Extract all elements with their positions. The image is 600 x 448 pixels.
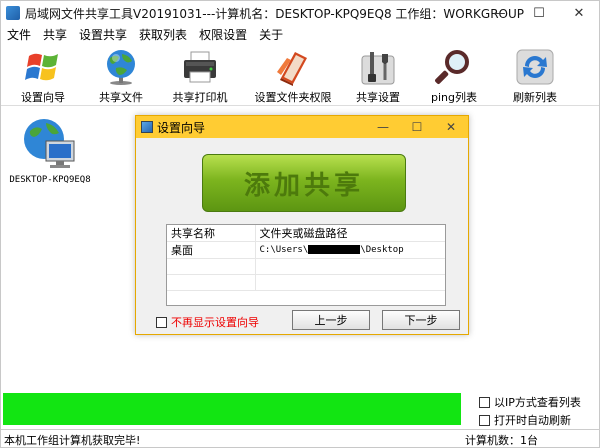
toolbar-share-settings-button[interactable]: 共享设置 <box>343 44 413 106</box>
second-option-checkbox[interactable] <box>479 414 490 426</box>
dialog-maximize-button[interactable]: ☐ <box>400 116 434 138</box>
computer-name: DESKTOP-KPQ9EQ8 <box>9 175 91 185</box>
path-prefix: C:\Users\ <box>259 245 309 255</box>
window-title: 局域网文件共享工具V20191031---计算机名：DESKTOP-KPQ9EQ… <box>25 6 525 21</box>
dialog-caption-buttons: — ☐ ✕ <box>366 116 468 138</box>
toolbar-share-file-button[interactable]: 共享文件 <box>85 44 157 106</box>
view-by-ip-checkbox[interactable] <box>479 396 490 408</box>
toolbar-label: 设置文件夹权限 <box>254 91 332 104</box>
menu-set-share[interactable]: 设置共享 <box>73 26 133 43</box>
toolbar-label: 共享文件 <box>99 91 143 104</box>
status-bar: 本机工作组计算机获取完毕! 计算机数：1台 <box>1 429 600 448</box>
view-by-ip-label: 以IP方式查看列表 <box>494 396 581 409</box>
tools-icon <box>358 48 398 86</box>
menu-file[interactable]: 文件 <box>1 26 37 43</box>
maximize-button[interactable]: ☐ <box>519 1 559 25</box>
menu-bar: 文件 共享 设置共享 获取列表 权限设置 关于 <box>1 25 599 43</box>
book-folder-icon <box>273 48 313 86</box>
magnifier-icon <box>434 48 474 86</box>
second-option[interactable]: 打开时自动刷新 <box>479 411 581 429</box>
share-name-cell: 桌面 <box>167 241 256 259</box>
title-bar: 局域网文件共享工具V20191031---计算机名：DESKTOP-KPQ9EQ… <box>1 1 599 25</box>
dialog-minimize-button[interactable]: — <box>366 116 400 138</box>
prev-step-button[interactable]: 上一步 <box>292 310 370 330</box>
menu-share[interactable]: 共享 <box>37 26 73 43</box>
dialog-title: 设置向导 <box>157 120 206 135</box>
table-row <box>167 274 445 291</box>
toolbar-refresh-list-button[interactable]: 刷新列表 <box>495 44 575 106</box>
view-by-ip-option[interactable]: 以IP方式查看列表 <box>479 393 581 411</box>
dont-show-again-option[interactable]: 不再显示设置向导 <box>156 314 259 330</box>
toolbar-label: ping列表 <box>431 91 477 104</box>
toolbar-folder-permission-button[interactable]: 设置文件夹权限 <box>243 44 343 106</box>
table-row[interactable]: 桌面 C:\Users\ \Desktop <box>167 241 445 259</box>
add-share-label: 添加共享 <box>243 170 364 201</box>
printer-icon <box>180 48 220 86</box>
toolbar-label: 共享设置 <box>356 91 400 104</box>
globe-icon <box>101 48 141 86</box>
empty-cell <box>167 258 256 275</box>
toolbar-ping-list-button[interactable]: ping列表 <box>413 44 495 106</box>
status-text: 本机工作组计算机获取完毕! <box>4 433 141 447</box>
share-path-cell: C:\Users\ \Desktop <box>255 241 445 259</box>
windows-logo-icon <box>23 48 63 86</box>
next-step-button[interactable]: 下一步 <box>382 310 460 330</box>
dialog-app-icon <box>141 121 153 133</box>
table-row <box>167 258 445 275</box>
table-header-row: 共享名称 文件夹或磁盘路径 <box>167 225 445 242</box>
add-share-button[interactable]: 添加共享 <box>202 154 406 212</box>
share-list-table: 共享名称 文件夹或磁盘路径 桌面 C:\Users\ \Desktop <box>166 224 446 306</box>
caption-buttons: — ☐ ✕ <box>479 1 599 25</box>
path-suffix: \Desktop <box>360 245 404 255</box>
toolbar: 设置向导 共享文件 共享打印机 设置文件夹权限 共享设置 ping列表 刷新列表 <box>1 44 599 106</box>
networked-computer-icon <box>22 117 78 171</box>
setup-wizard-dialog: 设置向导 — ☐ ✕ 添加共享 共享名称 文件夹或磁盘路径 桌面 C:\User… <box>135 115 469 335</box>
computer-count: 计算机数：1台 <box>465 433 538 447</box>
dialog-title-bar: 设置向导 — ☐ ✕ <box>136 116 468 138</box>
toolbar-label: 刷新列表 <box>513 91 557 104</box>
close-button[interactable]: ✕ <box>559 1 599 25</box>
dont-show-again-label: 不再显示设置向导 <box>171 316 259 329</box>
main-window: 局域网文件共享工具V20191031---计算机名：DESKTOP-KPQ9EQ… <box>0 0 600 448</box>
app-icon <box>6 6 20 20</box>
menu-get-list[interactable]: 获取列表 <box>133 26 193 43</box>
minimize-button[interactable]: — <box>479 1 519 25</box>
column-header-folder-path: 文件夹或磁盘路径 <box>255 225 445 242</box>
computer-item[interactable]: DESKTOP-KPQ9EQ8 <box>7 117 93 185</box>
empty-cell <box>255 274 445 291</box>
menu-permissions[interactable]: 权限设置 <box>193 26 253 43</box>
second-option-label: 打开时自动刷新 <box>494 414 571 427</box>
empty-cell <box>167 274 256 291</box>
empty-cell <box>255 258 445 275</box>
menu-about[interactable]: 关于 <box>253 26 289 43</box>
dialog-close-button[interactable]: ✕ <box>434 116 468 138</box>
toolbar-label: 设置向导 <box>21 91 65 104</box>
refresh-icon <box>515 48 555 86</box>
toolbar-share-printer-button[interactable]: 共享打印机 <box>157 44 243 106</box>
view-options: 以IP方式查看列表 打开时自动刷新 <box>479 393 581 429</box>
toolbar-setup-wizard-button[interactable]: 设置向导 <box>1 44 85 106</box>
column-header-share-name: 共享名称 <box>167 225 256 242</box>
dont-show-again-checkbox[interactable] <box>156 316 167 328</box>
toolbar-label: 共享打印机 <box>172 91 228 104</box>
redaction-bar <box>308 245 361 254</box>
progress-bar <box>3 393 461 425</box>
